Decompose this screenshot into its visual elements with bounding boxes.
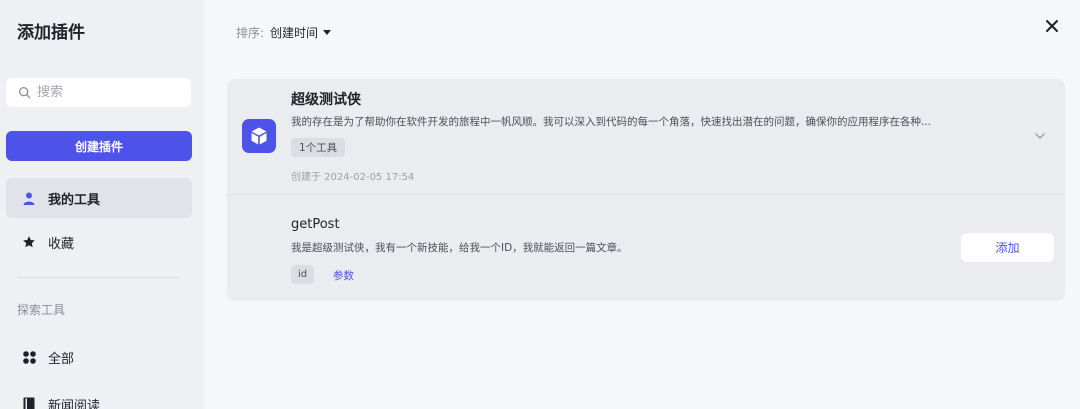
divider [18, 277, 180, 278]
tool-count-badge: 1个工具 [291, 138, 346, 157]
search-input[interactable] [37, 85, 177, 100]
book-icon [22, 397, 36, 409]
tool-description: 我是超级测试侠，我有一个新技能，给我一个ID，我就能返回一篇文章。 [291, 242, 628, 254]
sidebar-item-label: 全部 [48, 351, 75, 367]
sort-label: 排序: [236, 26, 265, 40]
create-plugin-button[interactable]: 创建插件 [6, 131, 192, 161]
created-timestamp: 创建于 2024-02-05 17:54 [291, 172, 415, 183]
sidebar-item-all[interactable]: 全部 [6, 337, 192, 377]
sidebar-item-my-tools[interactable]: 我的工具 [6, 178, 192, 218]
sidebar-item-news[interactable]: 新闻阅读 [6, 384, 192, 409]
plugin-card: 超级测试侠 我的存在是为了帮助你在软件开发的旅程中一帆风顺。我可以深入到代码的每… [227, 79, 1065, 301]
plugin-header[interactable]: 超级测试侠 我的存在是为了帮助你在软件开发的旅程中一帆风顺。我可以深入到代码的每… [227, 79, 1065, 194]
close-icon[interactable] [1044, 18, 1060, 34]
page-title: 添加插件 [17, 23, 85, 43]
sidebar-item-favorites[interactable]: 收藏 [6, 222, 192, 262]
grid-icon [22, 350, 36, 364]
sidebar-item-label: 我的工具 [48, 192, 101, 208]
params-link[interactable]: 参数 [333, 268, 354, 283]
user-icon [22, 191, 36, 205]
cube-icon [242, 119, 276, 153]
star-icon [22, 235, 36, 249]
search-box[interactable] [6, 78, 191, 107]
sidebar: 添加插件 创建插件 我的工具 收藏 探索工具 全部 新闻阅读 [0, 0, 204, 409]
chevron-down-icon[interactable] [1033, 129, 1047, 143]
param-badge: id [291, 265, 315, 284]
sidebar-item-label: 收藏 [48, 236, 75, 252]
tool-name: getPost [291, 217, 340, 232]
add-tool-button[interactable]: 添加 [961, 233, 1054, 262]
sort-control[interactable]: 排序: 创建时间 [236, 24, 332, 41]
main-panel: 排序: 创建时间 超级测试侠 我的存在是为了帮助你在软件开发的旅程中一帆风顺。我… [204, 0, 1080, 409]
sort-value[interactable]: 创建时间 [270, 24, 318, 41]
plugin-name: 超级测试侠 [291, 92, 361, 108]
plugin-description: 我的存在是为了帮助你在软件开发的旅程中一帆风顺。我可以深入到代码的每一个角落，快… [291, 116, 932, 128]
tool-row: getPost 我是超级测试侠，我有一个新技能，给我一个ID，我就能返回一篇文章… [227, 195, 1065, 301]
sidebar-item-label: 新闻阅读 [48, 398, 101, 409]
search-icon [18, 86, 31, 99]
caret-down-icon [323, 29, 332, 35]
section-label: 探索工具 [17, 303, 66, 317]
